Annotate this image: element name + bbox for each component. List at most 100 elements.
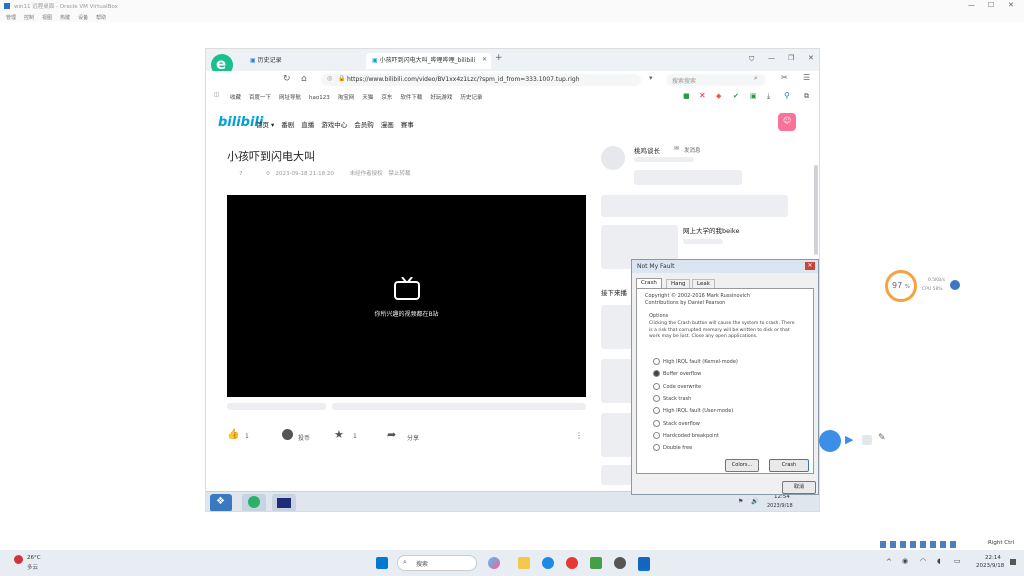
app-icon-green[interactable] (590, 557, 602, 569)
screenshot-icon[interactable]: ⧉ (804, 92, 809, 101)
bookmark-item[interactable]: 网址导航 (279, 95, 301, 101)
url-bar[interactable]: ◎ 🔒 https://www.bilibili.com/video/BV1xx… (321, 74, 641, 86)
outer-menu-item[interactable]: 管理 (6, 15, 16, 21)
tray-chevron-icon[interactable]: ^ (886, 558, 892, 566)
menu-icon[interactable]: ☰ (803, 73, 810, 82)
related-title[interactable]: 网上大学的我beike (683, 225, 739, 235)
new-tab-button[interactable]: + (495, 53, 503, 63)
bookmark-item[interactable]: hao123 (309, 95, 330, 101)
app-icon-dark[interactable] (614, 557, 626, 569)
pen-icon[interactable]: ✎ (878, 433, 886, 443)
taskbar-browser-button[interactable] (242, 494, 266, 511)
image-icon[interactable]: ▣ (750, 92, 757, 100)
nav-item[interactable]: 会员购 (354, 121, 374, 129)
minimize-icon[interactable]: — (968, 1, 975, 9)
crash-option[interactable]: Double free (653, 442, 692, 454)
crash-option[interactable]: High IRQL fault (Kernel-mode) (653, 356, 738, 368)
nav-item[interactable]: 游戏中心 (321, 121, 347, 129)
bookmark-item[interactable]: 天猫 (362, 95, 373, 101)
vbox-device-icons[interactable] (880, 541, 960, 548)
cancel-button[interactable]: 取消 (782, 481, 816, 494)
tab-close-icon[interactable]: ✕ (482, 56, 487, 63)
uploader-avatar[interactable] (601, 146, 625, 170)
message-icon[interactable]: ✉ (674, 145, 679, 152)
crash-option[interactable]: Hardcoded breakpoint (653, 430, 719, 442)
bookmark-item[interactable]: 好玩游戏 (430, 95, 452, 101)
tab-history[interactable]: ▣ 历史记录 (244, 53, 364, 69)
tab-crash[interactable]: Crash (636, 278, 662, 288)
colors-button[interactable]: Colors... (725, 459, 759, 472)
nav-item[interactable]: 番剧 (281, 121, 294, 129)
bookmark-item[interactable]: 收藏 (230, 95, 241, 101)
radio-icon[interactable] (653, 444, 660, 452)
crash-button[interactable]: Crash (769, 459, 809, 472)
crash-option[interactable]: Code overwrite (653, 381, 701, 393)
system-monitor-widget[interactable]: 97 % (885, 270, 917, 302)
start-icon[interactable] (376, 557, 388, 569)
radio-icon[interactable] (653, 370, 660, 378)
bookmark-item[interactable]: 百度一下 (249, 95, 271, 101)
thumb-up-icon[interactable]: 👍 (227, 429, 239, 440)
video-player[interactable]: 你所兴趣的视频都在B站 (227, 195, 586, 397)
more-icon[interactable]: ⋮ (575, 431, 583, 440)
crash-option[interactable]: Buffer overflow (653, 368, 701, 380)
page-scrollbar[interactable] (814, 165, 818, 255)
nav-item[interactable]: 首页 (256, 121, 269, 129)
play-icon[interactable]: ▶ (845, 433, 853, 446)
crash-option[interactable]: High IRQL fault (User-mode) (653, 405, 733, 417)
bookmark-item[interactable]: 历史记录 (460, 95, 482, 101)
star-icon[interactable]: ★ (334, 428, 344, 441)
dialog-close-icon[interactable]: ✕ (805, 262, 815, 270)
radio-icon[interactable] (653, 358, 660, 365)
uploader-name[interactable]: 桃鸡谈长 (634, 145, 660, 155)
close-icon[interactable]: ✕ (1008, 1, 1014, 9)
file-explorer-icon[interactable] (518, 557, 530, 569)
url-dropdown-icon[interactable]: ▾ (649, 74, 653, 82)
outer-menu-item[interactable]: 热键 (60, 15, 70, 21)
floating-ball-icon[interactable] (819, 430, 841, 452)
send-message-link[interactable]: 发消息 (684, 146, 701, 154)
outer-menu-item[interactable]: 视图 (42, 15, 52, 21)
bookmark-item[interactable]: 淘宝网 (338, 95, 355, 101)
notification-icon[interactable] (1010, 559, 1016, 565)
radio-icon[interactable] (653, 431, 660, 439)
radio-icon[interactable] (653, 419, 660, 427)
refresh-icon[interactable]: ↻ (283, 74, 291, 84)
search-input[interactable]: 搜索搜索 ⌕ (666, 74, 766, 86)
coin-icon[interactable] (282, 429, 293, 440)
radio-icon[interactable] (653, 394, 660, 402)
browser-close-icon[interactable]: ✕ (808, 54, 814, 62)
scissors-icon[interactable]: ✂ (781, 73, 788, 82)
outer-menu-item[interactable]: 帮助 (96, 15, 106, 21)
chrome-icon[interactable] (566, 557, 578, 569)
radio-icon[interactable] (653, 382, 660, 390)
virtualbox-taskbar-icon[interactable] (638, 557, 650, 571)
chevron-down-icon[interactable]: ▾ (271, 121, 274, 129)
home-icon[interactable]: ⌂ (301, 74, 307, 84)
host-search-box[interactable]: ⌕ 搜索 (397, 555, 477, 571)
x-icon[interactable]: ✕ (699, 91, 706, 100)
tool-icon[interactable] (862, 435, 872, 445)
outer-menu-item[interactable]: 设备 (78, 15, 88, 21)
start-button[interactable]: ❖ (210, 494, 232, 511)
bookmark-item[interactable]: 软件下载 (400, 95, 422, 101)
accelerate-icon[interactable] (950, 280, 960, 290)
tray-battery-icon[interactable]: ▭ (954, 557, 961, 565)
maximize-icon[interactable]: ☐ (988, 1, 994, 9)
bookmarks-toggle-icon[interactable]: ◫ (214, 92, 219, 98)
tray-volume-icon[interactable]: 🔊 (751, 498, 758, 505)
extension-icon[interactable]: ◆ (716, 92, 721, 100)
tray-wifi-icon[interactable]: ◠ (920, 557, 926, 565)
radio-icon[interactable] (653, 407, 660, 415)
shirt-icon[interactable]: ⛉ (749, 55, 754, 64)
weather-desc[interactable]: 多云 (27, 563, 38, 571)
tray-sound-icon[interactable]: ◖ (937, 557, 941, 565)
wechat-icon[interactable]: ■ (683, 92, 690, 100)
outer-menu-item[interactable]: 控制 (24, 15, 34, 21)
nav-item[interactable]: 漫画 (381, 121, 394, 129)
host-clock-date[interactable]: 2023/9/18 (976, 563, 1004, 569)
bookmark-item[interactable]: 京东 (381, 95, 392, 101)
tray-network-icon[interactable]: ◉ (902, 557, 908, 565)
share-icon[interactable]: ➦ (387, 428, 396, 441)
avatar-button[interactable]: ☺ (778, 113, 796, 131)
